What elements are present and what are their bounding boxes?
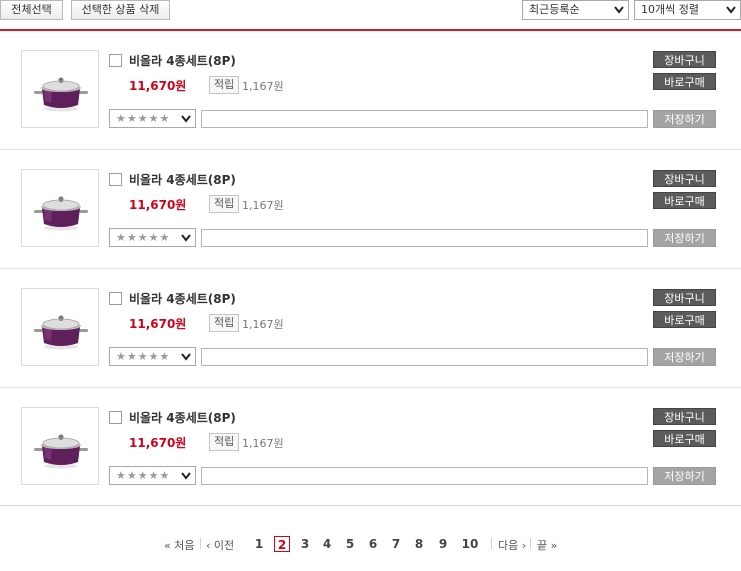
sort-select-value: 최근등록순 [529, 3, 580, 16]
product-thumbnail[interactable] [21, 288, 99, 366]
review-input[interactable] [201, 348, 648, 366]
add-to-cart-button[interactable]: 장바구니 [653, 289, 716, 306]
chevron-down-icon [181, 234, 191, 242]
current-page[interactable]: 2 [274, 536, 290, 552]
list-item: 비올라 4종세트(8P) 11,670원 적립 1,167원 장바구니 바로구매… [0, 150, 741, 269]
rating-select-value: ★★★★★ [116, 350, 171, 363]
rating-select-value: ★★★★★ [116, 112, 171, 125]
add-to-cart-button[interactable]: 장바구니 [653, 51, 716, 68]
points-badge: 적립 [209, 314, 240, 332]
item-checkbox[interactable] [109, 411, 122, 424]
page-link[interactable]: 5 [343, 536, 357, 552]
buy-now-button[interactable]: 바로구매 [653, 430, 716, 447]
page-link[interactable]: 6 [366, 536, 380, 552]
chevron-down-icon [181, 115, 191, 123]
product-price: 11,670원 [129, 79, 187, 93]
chevron-down-icon [726, 6, 736, 14]
delete-selected-button[interactable]: 선택한 상품 삭제 [71, 0, 170, 20]
points-value: 1,167원 [242, 318, 284, 331]
page-link[interactable]: 9 [436, 536, 450, 552]
page-link[interactable]: 4 [320, 536, 334, 552]
buy-now-button[interactable]: 바로구매 [653, 73, 716, 90]
product-name[interactable]: 비올라 4종세트(8P) [129, 409, 236, 426]
points-value: 1,167원 [242, 437, 284, 450]
list-toolbar: 전체선택 선택한 상품 삭제 최근등록순 10개씩 정렬 [0, 0, 741, 20]
rating-select-value: ★★★★★ [116, 469, 171, 482]
chevron-down-icon [181, 353, 191, 361]
list-bottom-divider [0, 505, 741, 506]
chevron-down-icon [181, 472, 191, 480]
rating-select[interactable]: ★★★★★ [109, 109, 196, 128]
review-input[interactable] [201, 229, 648, 247]
save-review-button[interactable]: 저장하기 [653, 229, 716, 247]
add-to-cart-button[interactable]: 장바구니 [653, 170, 716, 187]
item-checkbox[interactable] [109, 292, 122, 305]
rating-select-value: ★★★★★ [116, 231, 171, 244]
save-review-button[interactable]: 저장하기 [653, 348, 716, 366]
page-size-select[interactable]: 10개씩 정렬 [634, 0, 741, 20]
page-link[interactable]: 3 [298, 536, 312, 552]
purple-pot-icon [34, 77, 88, 112]
rating-select[interactable]: ★★★★★ [109, 466, 196, 485]
page-link[interactable]: 1 [252, 536, 266, 552]
pager-separator [200, 538, 201, 549]
pager-separator [491, 538, 492, 549]
page-link[interactable]: 10 [459, 536, 481, 552]
product-price: 11,670원 [129, 198, 187, 212]
product-name[interactable]: 비올라 4종세트(8P) [129, 290, 236, 307]
product-name[interactable]: 비올라 4종세트(8P) [129, 52, 236, 69]
rating-select[interactable]: ★★★★★ [109, 228, 196, 247]
item-checkbox[interactable] [109, 54, 122, 67]
list-item: 비올라 4종세트(8P) 11,670원 적립 1,167원 장바구니 바로구매… [0, 269, 741, 388]
item-checkbox[interactable] [109, 173, 122, 186]
pagination: « 처음 ‹ 이전 1 2 3 4 5 6 7 8 9 10 다음 › 끝 » [0, 536, 741, 554]
next-page-link[interactable]: 다음 › [498, 537, 526, 553]
pager-separator [530, 538, 531, 549]
points-badge: 적립 [209, 195, 240, 213]
purple-pot-icon [34, 196, 88, 231]
review-input[interactable] [201, 467, 648, 485]
sort-select[interactable]: 최근등록순 [522, 0, 629, 20]
page-link[interactable]: 8 [412, 536, 426, 552]
points-badge: 적립 [209, 433, 240, 451]
product-thumbnail[interactable] [21, 50, 99, 128]
list-item: 비올라 4종세트(8P) 11,670원 적립 1,167원 장바구니 바로구매… [0, 31, 741, 150]
first-page-link[interactable]: « 처음 [164, 537, 194, 553]
add-to-cart-button[interactable]: 장바구니 [653, 408, 716, 425]
rating-select[interactable]: ★★★★★ [109, 347, 196, 366]
product-thumbnail[interactable] [21, 169, 99, 247]
product-name[interactable]: 비올라 4종세트(8P) [129, 171, 236, 188]
buy-now-button[interactable]: 바로구매 [653, 192, 716, 209]
chevron-down-icon [614, 6, 624, 14]
save-review-button[interactable]: 저장하기 [653, 467, 716, 485]
review-input[interactable] [201, 110, 648, 128]
purple-pot-icon [34, 434, 88, 469]
list-item: 비올라 4종세트(8P) 11,670원 적립 1,167원 장바구니 바로구매… [0, 388, 741, 507]
points-value: 1,167원 [242, 80, 284, 93]
product-price: 11,670원 [129, 317, 187, 331]
prev-page-link[interactable]: ‹ 이전 [206, 537, 234, 553]
product-thumbnail[interactable] [21, 407, 99, 485]
points-value: 1,167원 [242, 199, 284, 212]
save-review-button[interactable]: 저장하기 [653, 110, 716, 128]
last-page-link[interactable]: 끝 » [537, 537, 557, 553]
product-price: 11,670원 [129, 436, 187, 450]
page-link[interactable]: 7 [389, 536, 403, 552]
points-badge: 적립 [209, 76, 240, 94]
page-size-select-value: 10개씩 정렬 [641, 3, 699, 16]
purple-pot-icon [34, 315, 88, 350]
buy-now-button[interactable]: 바로구매 [653, 311, 716, 328]
select-all-button[interactable]: 전체선택 [0, 0, 63, 20]
